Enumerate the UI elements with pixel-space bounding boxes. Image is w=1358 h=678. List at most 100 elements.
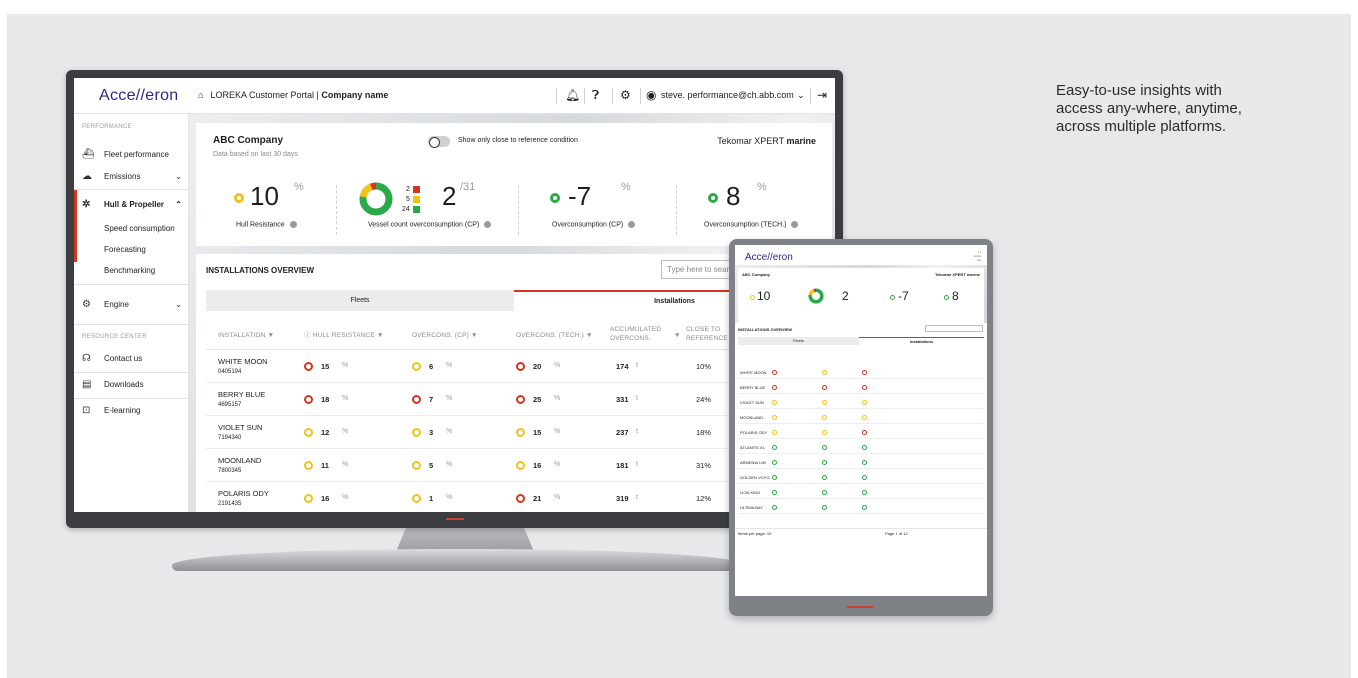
tablet-device: Acce//eron ▪ ▪ ▪▪▪▪▪▪▪ ▪▪▪▪ ABC Company Te… xyxy=(729,239,993,616)
installation-id: 2191435 xyxy=(218,501,242,507)
status-dot-green xyxy=(890,295,895,300)
tablet-table-row[interactable]: POLARIS ODY xyxy=(738,427,984,439)
tablet-table-row[interactable]: WHITE MOON xyxy=(738,367,984,379)
status-dot-green xyxy=(822,490,827,495)
chevron-down-icon[interactable]: ⌄ xyxy=(797,90,805,101)
close-to-reference-value: 18% xyxy=(696,428,712,437)
unit-percent: % xyxy=(554,362,561,369)
status-dot-yellow xyxy=(412,362,421,371)
col-overcons-cp[interactable]: OVERCONS. (CP) ▼ xyxy=(412,331,478,340)
user-email[interactable]: steve. performance@ch.abb.com xyxy=(661,90,794,100)
tablet-tab-installations[interactable]: Installations xyxy=(859,337,984,345)
status-dot-red xyxy=(412,395,421,404)
hull-resistance-value: 11 xyxy=(321,461,329,470)
col-installation[interactable]: INSTALLATION ▼ xyxy=(218,331,274,340)
help-icon[interactable]: ❓︎ xyxy=(592,88,599,103)
info-icon[interactable] xyxy=(484,221,492,228)
tablet-table-row[interactable]: MOONLAND xyxy=(738,412,984,424)
col-hull-resistance[interactable]: ⓘ HULL RESISTANCE ▼ xyxy=(304,331,384,340)
kpi-unit: % xyxy=(294,181,304,193)
tablet-table-row[interactable]: ARMENIA LIM xyxy=(738,457,984,469)
tablet-items-per-page[interactable]: Items per page: 10 xyxy=(738,531,771,536)
engine-icon: ⚙ xyxy=(82,298,91,310)
tablet-table-row[interactable]: LION KING xyxy=(738,487,984,499)
gear-icon[interactable]: ⚙ xyxy=(620,88,631,102)
tablet-installation-name: GOLDEN VOYG xyxy=(740,475,770,480)
kpi-overconsumption-tech-value: 8 xyxy=(726,181,741,211)
xpert-brand: Tekomar XPERT marine xyxy=(717,136,816,146)
monitor-screen: Acce//eron ⌂ LOREKA Customer Portal | Com… xyxy=(74,78,835,512)
status-dot-green xyxy=(944,295,949,300)
overcons-tech-value: 16 xyxy=(533,461,542,470)
overcons-cp-value: 6 xyxy=(429,362,434,371)
sidebar-subitem-speed-consumption[interactable]: Speed consumption xyxy=(104,224,175,233)
tab-fleets[interactable]: Fleets xyxy=(206,290,514,311)
status-dot-yellow xyxy=(862,415,867,420)
col-accumulated[interactable]: ACCUMULATED OVERCONS. xyxy=(610,325,670,343)
sidebar-item-label: Emissions xyxy=(104,171,141,181)
sidebar-subitem-benchmarking[interactable]: Benchmarking xyxy=(104,266,155,275)
status-dot-green xyxy=(822,505,827,510)
tablet-tab-fleets[interactable]: Fleets xyxy=(738,337,859,345)
status-dot-red xyxy=(516,395,525,404)
sidebar-item-emissions[interactable]: ☁ Emissions ⌄ xyxy=(82,166,188,186)
tablet-table-title: INSTALLATIONS OVERVIEW xyxy=(738,327,793,332)
status-dot-green xyxy=(550,193,560,203)
header-divider xyxy=(584,88,585,104)
accumulated-value: 331 xyxy=(616,395,629,404)
tablet-table-row[interactable]: BERRY BLUE xyxy=(738,382,984,394)
legend-value: 5 xyxy=(406,196,410,203)
overcons-tech-value: 20 xyxy=(533,362,542,371)
status-dot-yellow xyxy=(822,415,827,420)
home-icon[interactable]: ⌂ xyxy=(198,90,203,100)
tablet-table-row[interactable]: VIOLET SUN xyxy=(738,397,984,409)
info-icon[interactable] xyxy=(289,221,297,228)
sort-icon[interactable]: ▼ xyxy=(674,331,681,340)
tablet-table-row[interactable]: ULTIMA BAY xyxy=(738,502,984,514)
tablet-installation-name: LION KING xyxy=(740,490,761,495)
info-icon[interactable] xyxy=(628,221,636,228)
hull-resistance-value: 15 xyxy=(321,362,330,371)
sidebar-item-contact-us[interactable]: ☊ Contact us xyxy=(82,348,188,368)
col-overcons-tech[interactable]: OVERCONS. (TECH.) ▼ xyxy=(516,331,593,340)
tablet-installation-name: POLARIS ODY xyxy=(740,430,768,435)
tablet-kpi-vessel-count: 2 xyxy=(842,289,849,303)
tablet-table-row[interactable]: GOLDEN VOYG xyxy=(738,472,984,484)
sidebar-divider xyxy=(74,398,189,399)
sidebar-item-e-learning[interactable]: ⊡ E-learning xyxy=(82,400,188,420)
header-divider xyxy=(612,88,613,104)
marketing-caption: Easy-to-use insights with access any-whe… xyxy=(1056,82,1242,135)
logout-icon[interactable]: ⇥ xyxy=(817,88,827,102)
hull-resistance-value: 12 xyxy=(321,428,330,437)
status-dot-red xyxy=(304,395,313,404)
sidebar-item-engine[interactable]: ⚙ Engine ⌄ xyxy=(82,294,188,314)
status-dot-red xyxy=(862,430,867,435)
overcons-cp-value: 3 xyxy=(429,428,434,437)
kpi-vessel-count-total: /31 xyxy=(460,181,476,193)
data-basis-note: Data based on last 30 days xyxy=(213,151,298,158)
sidebar-subitem-forecasting[interactable]: Forecasting xyxy=(104,245,146,254)
tablet-installation-name: MOONLAND xyxy=(740,415,764,420)
legend-value: 2 xyxy=(406,186,410,193)
reference-toggle[interactable] xyxy=(428,136,450,148)
info-icon[interactable] xyxy=(791,221,799,228)
tablet-summary-card: ABC Company Tekomar XPERT marine 10 2 -7… xyxy=(738,268,984,326)
accelleron-logo[interactable]: Acce//eron xyxy=(99,87,178,105)
tablet-search-input[interactable] xyxy=(925,325,983,332)
col-close-to-reference[interactable]: CLOSE TO REFERENCE xyxy=(686,325,732,343)
company-name: Company name xyxy=(321,90,389,100)
tablet-table-row[interactable]: ATLANTIS XL xyxy=(738,442,984,454)
sidebar-item-hull-propeller[interactable]: ✲ Hull & Propeller ⌃ xyxy=(82,194,188,214)
installations-title: INSTALLATIONS OVERVIEW xyxy=(206,266,315,275)
installation-name: WHITE MOON 0405194 xyxy=(218,357,268,375)
accumulated-value: 237 xyxy=(616,428,629,437)
sidebar-item-fleet-performance[interactable]: ⛴ Fleet performance xyxy=(82,144,188,164)
status-dot-green xyxy=(822,445,827,450)
close-to-reference-value: 31% xyxy=(696,461,712,470)
unit-percent: % xyxy=(342,494,349,501)
sidebar-item-downloads[interactable]: ▤ Downloads xyxy=(82,374,188,394)
legend-red: 2 xyxy=(406,186,420,193)
user-icon[interactable]: ◉ xyxy=(646,88,656,102)
bell-icon[interactable]: 🔔︎ xyxy=(565,88,580,102)
kpi-overconsumption-cp-value: -7 xyxy=(568,181,592,211)
